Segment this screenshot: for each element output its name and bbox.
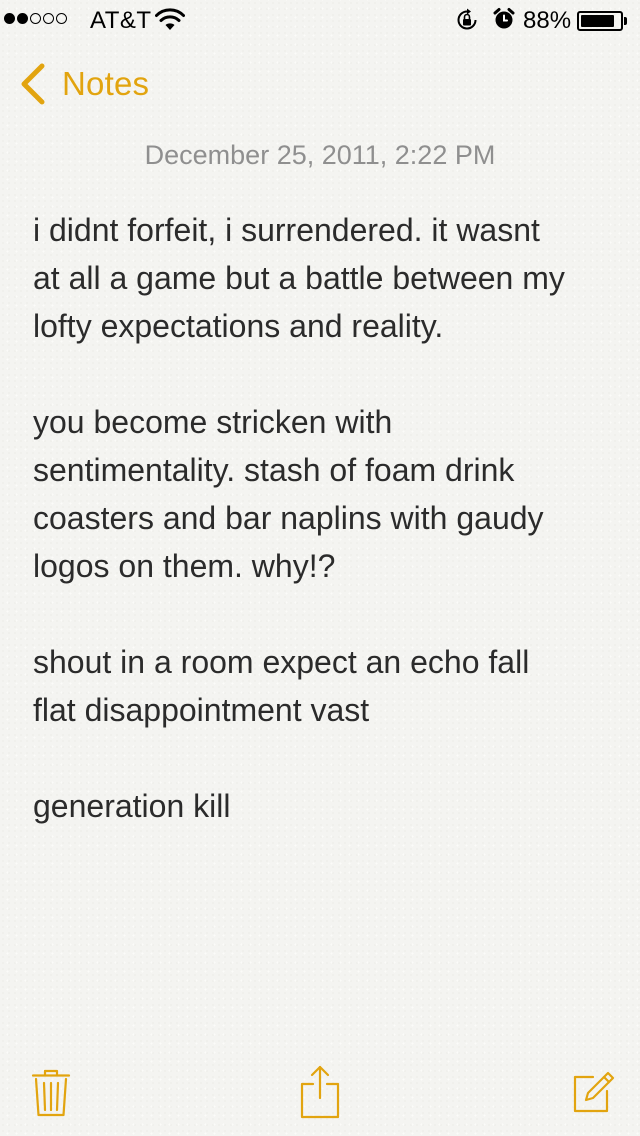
- note-date: December 25, 2011, 2:22 PM: [144, 140, 496, 170]
- battery-percentage: 88%: [523, 7, 572, 34]
- back-button-label: Notes: [62, 65, 150, 102]
- back-to-notes-button[interactable]: Notes: [18, 60, 149, 108]
- status-bar: AT&T 88%: [0, 0, 640, 40]
- signal-dot: [56, 13, 67, 24]
- signal-dot: [30, 13, 41, 24]
- signal-dot: [43, 13, 54, 24]
- battery-level-fill: [581, 15, 615, 27]
- note-line: lofty expectations and reality.: [33, 308, 444, 344]
- trash-icon[interactable]: [31, 1066, 71, 1118]
- signal-dot: [4, 13, 15, 24]
- note-line: at all a game but a battle between my: [33, 260, 565, 296]
- carrier-name: AT&T: [90, 7, 152, 34]
- battery-icon: [577, 11, 623, 31]
- note-line: sentimentality. stash of foam drink: [33, 452, 515, 488]
- battery-tip: [624, 17, 627, 25]
- note-line: generation kill: [33, 788, 231, 824]
- share-icon[interactable]: [298, 1064, 342, 1120]
- compose-icon[interactable]: [571, 1070, 615, 1114]
- note-body[interactable]: i didnt forfeit, i surrendered. it wasnt…: [33, 206, 618, 830]
- signal-strength-icon: [4, 13, 67, 24]
- note-line: you become stricken with: [33, 404, 393, 440]
- note-line: coasters and bar naplins with gaudy: [33, 500, 544, 536]
- note-line: i didnt forfeit, i surrendered. it wasnt: [33, 212, 540, 248]
- note-line: flat disappointment vast: [33, 692, 370, 728]
- note-line: logos on them. why!?: [33, 548, 336, 584]
- chevron-left-icon: [21, 63, 45, 105]
- alarm-icon: [493, 8, 515, 29]
- note-line: shout in a room expect an echo fall: [33, 644, 530, 680]
- wifi-icon: [155, 8, 185, 30]
- rotation-lock-icon: [457, 8, 477, 30]
- signal-dot: [17, 13, 28, 24]
